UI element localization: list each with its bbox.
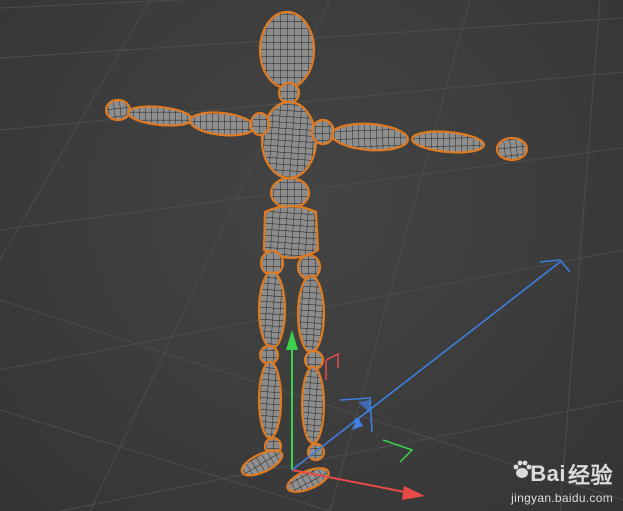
baidu-jingyan-watermark: Bai 经验 jingyan.baidu.com	[511, 458, 613, 505]
chest-mesh	[260, 100, 318, 180]
watermark-brand-right: 经验	[567, 463, 613, 488]
3d-viewport[interactable]: Bai 经验 jingyan.baidu.com	[0, 0, 623, 511]
viewport-canvas[interactable]	[0, 0, 623, 511]
left-leg-mesh	[240, 249, 287, 477]
watermark-brand-left: Bai	[530, 461, 566, 486]
neck-mesh	[277, 81, 301, 105]
right-arm-mesh	[330, 122, 529, 162]
head-mesh	[258, 10, 316, 90]
waist-mesh	[269, 176, 311, 210]
watermark-url: jingyan.baidu.com	[511, 491, 613, 505]
mannequin-mesh[interactable]	[104, 10, 529, 497]
shoulder-left-mesh	[249, 111, 271, 137]
shoulder-right-mesh	[310, 118, 336, 146]
left-arm-mesh	[104, 98, 255, 137]
xz-plane-handle[interactable]	[382, 439, 414, 463]
y-axis-handle[interactable]	[286, 330, 298, 470]
xy-plane-handle[interactable]	[325, 352, 339, 380]
watermark-brand: Bai 经验	[511, 458, 613, 490]
